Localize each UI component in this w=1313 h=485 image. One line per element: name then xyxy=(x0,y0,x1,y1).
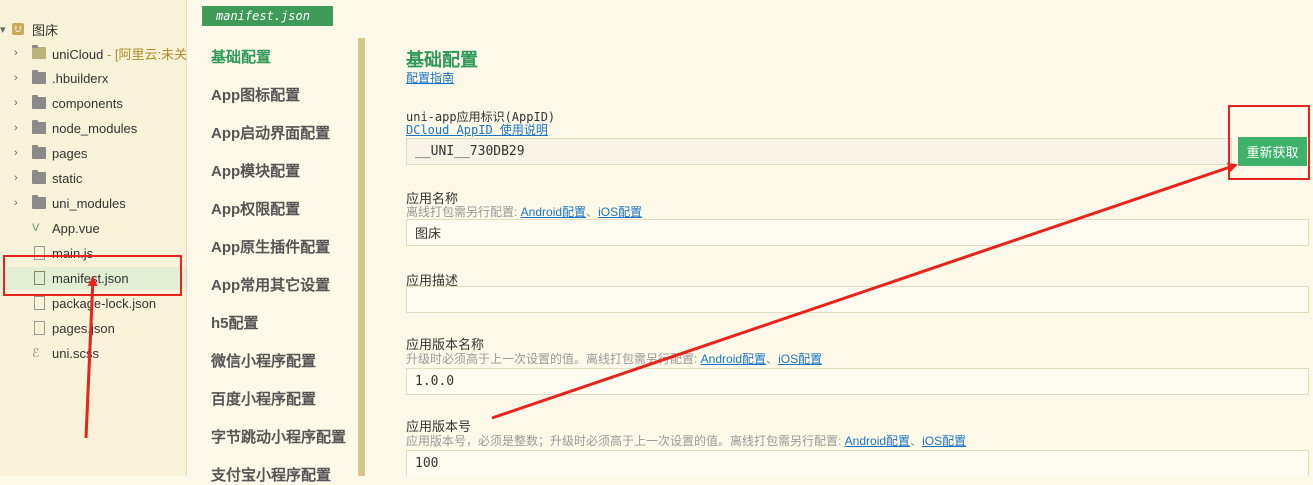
hint-text: 离线打包需另行配置: xyxy=(406,205,521,219)
appid-field[interactable]: __UNI__730DB29 xyxy=(406,138,1232,165)
nav-item-app-other[interactable]: App常用其它设置 xyxy=(211,274,330,295)
separator: 、 xyxy=(910,434,923,448)
tree-item-label: uni_modules xyxy=(52,195,126,211)
style-file-icon: ℰ xyxy=(32,346,40,360)
nav-item-basic[interactable]: 基础配置 xyxy=(211,46,271,67)
config-guide-link[interactable]: 配置指南 xyxy=(406,69,454,86)
version-code-hint: 应用版本号，必须是整数；升级时必须高于上一次设置的值。离线打包需另行配置: An… xyxy=(406,432,966,449)
nav-item-app-icon[interactable]: App图标配置 xyxy=(211,84,300,105)
folder-icon xyxy=(32,70,46,84)
app-name-hint: 离线打包需另行配置: Android配置、iOS配置 xyxy=(406,203,642,220)
tree-item-label: node_modules xyxy=(52,120,138,136)
nav-item-h5[interactable]: h5配置 xyxy=(211,312,259,333)
separator: 、 xyxy=(766,352,779,366)
tree-item-app-vue[interactable]: V App.vue xyxy=(0,217,186,239)
chevron-right-icon[interactable]: › xyxy=(14,172,24,184)
chevron-right-icon[interactable]: › xyxy=(14,47,24,59)
tree-item-label: pages.json xyxy=(52,320,115,336)
chevron-down-icon[interactable]: ▾ xyxy=(0,23,10,36)
tree-item-label: uniCloud xyxy=(52,46,104,62)
nav-item-app-modules[interactable]: App模块配置 xyxy=(211,160,300,181)
nav-item-app-native-plugins[interactable]: App原生插件配置 xyxy=(211,236,330,257)
android-config-link[interactable]: Android配置 xyxy=(521,205,586,219)
file-icon xyxy=(34,321,45,335)
version-name-hint: 升级时必须高于上一次设置的值。离线打包需另行配置: Android配置、iOS配… xyxy=(406,350,822,367)
separator: 、 xyxy=(586,205,599,219)
tree-item-unicloud[interactable]: › uniCloud - [阿里云:未关 xyxy=(0,42,186,64)
folder-icon xyxy=(32,170,46,184)
tree-item-static[interactable]: › static xyxy=(0,167,186,189)
editor-tab-manifest[interactable]: manifest.json xyxy=(202,6,333,26)
folder-icon xyxy=(32,145,46,159)
tree-item-hbuilderx[interactable]: › .hbuilderx xyxy=(0,67,186,89)
tree-item-label: package-lock.json xyxy=(52,295,157,311)
folder-icon xyxy=(32,195,46,209)
tree-item-components[interactable]: › components xyxy=(0,92,186,114)
app-name-input[interactable]: 图床 xyxy=(406,219,1309,246)
config-panel: 基础配置 配置指南 uni-app应用标识(AppID) DCloud AppI… xyxy=(406,0,1313,476)
tree-item-label: pages xyxy=(52,145,88,161)
nav-item-weixin-mp[interactable]: 微信小程序配置 xyxy=(211,350,316,371)
tree-item-label: App.vue xyxy=(52,220,100,236)
hint-text: 应用版本号，必须是整数；升级时必须高于上一次设置的值。离线打包需另行配置: xyxy=(406,434,845,448)
tree-item-label: .hbuilderx xyxy=(52,70,109,86)
appid-help-link[interactable]: DCloud AppID 使用说明 xyxy=(406,121,548,138)
chevron-right-icon[interactable]: › xyxy=(14,197,24,209)
nav-item-toutiao-mp[interactable]: 字节跳动小程序配置 xyxy=(211,426,346,447)
chevron-right-icon[interactable]: › xyxy=(14,122,24,134)
version-name-input[interactable]: 1.0.0 xyxy=(406,368,1309,395)
version-code-value: 100 xyxy=(415,456,439,471)
tree-item-label: uni.scss xyxy=(52,345,99,361)
tree-root[interactable]: ▾ U 图床 xyxy=(0,18,186,40)
tree-item-uni-modules[interactable]: › uni_modules xyxy=(0,192,186,214)
ios-config-link[interactable]: iOS配置 xyxy=(778,352,822,366)
android-config-link[interactable]: Android配置 xyxy=(845,434,910,448)
nav-item-app-splash[interactable]: App启动界面配置 xyxy=(211,122,330,143)
chevron-right-icon[interactable]: › xyxy=(14,72,24,84)
folder-icon xyxy=(32,120,46,134)
tree-item-node-modules[interactable]: › node_modules xyxy=(0,117,186,139)
cloud-status: - [阿里云:未关 xyxy=(103,46,187,62)
chevron-right-icon[interactable]: › xyxy=(14,97,24,109)
ios-config-link[interactable]: iOS配置 xyxy=(922,434,966,448)
nav-scroll-indicator xyxy=(358,38,365,476)
nav-item-app-permissions[interactable]: App权限配置 xyxy=(211,198,300,219)
android-config-link[interactable]: Android配置 xyxy=(701,352,766,366)
file-explorer: ▾ U 图床 › uniCloud - [阿里云:未关 › .hbuilderx… xyxy=(0,0,187,476)
editor-tab-label: manifest.json xyxy=(216,9,310,23)
config-nav: 基础配置 App图标配置 App启动界面配置 App模块配置 App权限配置 A… xyxy=(196,34,364,484)
nav-item-baidu-mp[interactable]: 百度小程序配置 xyxy=(211,388,316,409)
folder-icon xyxy=(32,95,46,109)
annotation-box-refetch xyxy=(1228,105,1310,180)
ios-config-link[interactable]: iOS配置 xyxy=(598,205,642,219)
tree-item-uni-scss[interactable]: ℰ uni.scss xyxy=(0,342,186,364)
cloud-folder-icon xyxy=(32,45,46,59)
nav-item-alipay-mp[interactable]: 支付宝小程序配置 xyxy=(211,464,331,485)
tree-item-label: static xyxy=(52,170,83,186)
app-desc-input[interactable] xyxy=(406,286,1309,313)
tree-root-label: 图床 xyxy=(32,22,59,38)
file-icon xyxy=(34,296,45,310)
annotation-box-manifest xyxy=(3,255,182,296)
tree-item-pages-json[interactable]: pages.json xyxy=(0,317,186,339)
appid-value: __UNI__730DB29 xyxy=(415,144,525,159)
vue-file-icon: V xyxy=(32,222,40,234)
version-code-input[interactable]: 100 xyxy=(406,450,1309,476)
tree-item-pages[interactable]: › pages xyxy=(0,142,186,164)
tree-item-label: components xyxy=(52,95,123,111)
hint-text: 升级时必须高于上一次设置的值。离线打包需另行配置: xyxy=(406,352,701,366)
app-name-value: 图床 xyxy=(415,226,442,241)
version-name-value: 1.0.0 xyxy=(415,374,455,389)
project-icon: U xyxy=(12,23,24,35)
chevron-right-icon[interactable]: › xyxy=(14,147,24,159)
